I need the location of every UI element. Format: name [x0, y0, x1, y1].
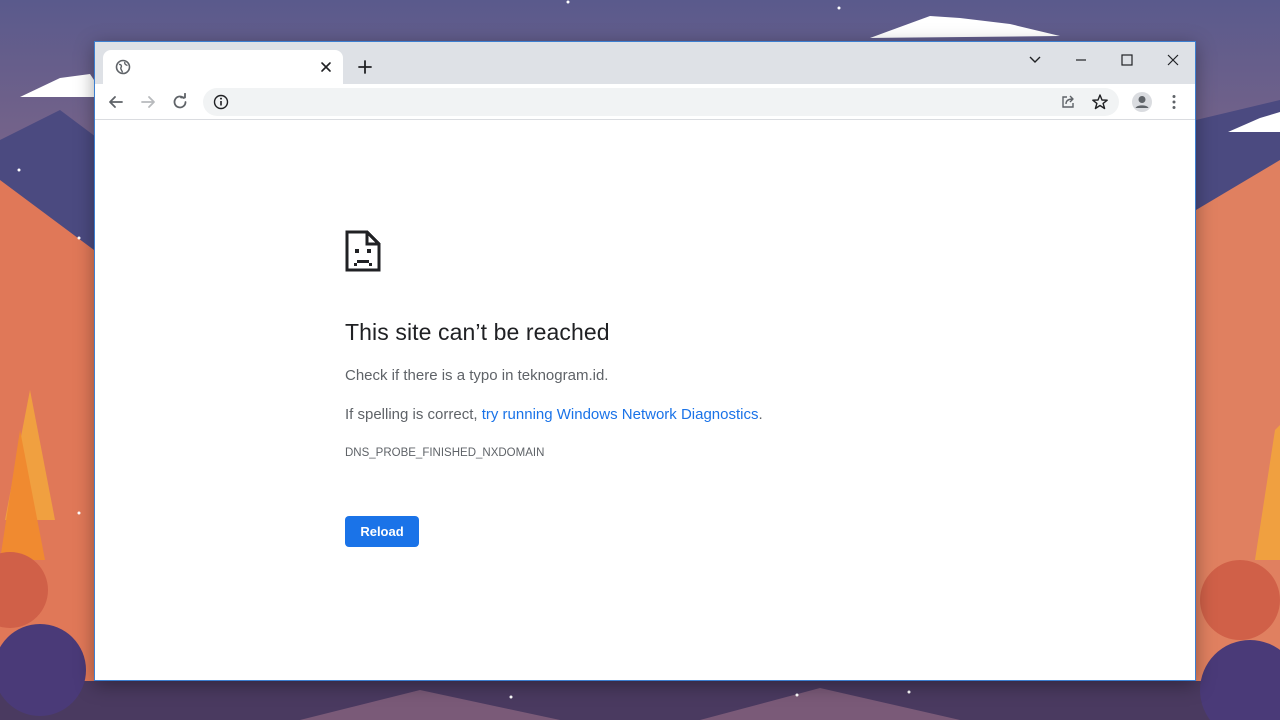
- kebab-menu-icon[interactable]: [1163, 91, 1185, 113]
- network-diagnostics-link[interactable]: try running Windows Network Diagnostics: [482, 406, 759, 423]
- tab-strip: [95, 42, 1195, 84]
- sad-page-icon: [345, 230, 381, 272]
- error-title: This site can’t be reached: [345, 319, 610, 345]
- error-page: This site can’t be reached Check if ther…: [95, 120, 1195, 680]
- avatar-icon[interactable]: [1131, 91, 1153, 113]
- diagnostics-suffix: .: [758, 406, 763, 423]
- globe-icon: [115, 59, 131, 75]
- close-icon[interactable]: [317, 58, 335, 76]
- arrow-left-icon[interactable]: [105, 91, 127, 113]
- error-message-typo: Check if there is a typo in teknogram.id…: [345, 367, 609, 384]
- arrow-right-icon[interactable]: [137, 91, 159, 113]
- star-icon[interactable]: [1091, 93, 1109, 111]
- window-close-icon[interactable]: [1159, 48, 1187, 72]
- error-message-diagnostics: If spelling is correct, try running Wind…: [345, 406, 763, 423]
- address-bar[interactable]: [203, 88, 1119, 116]
- info-icon[interactable]: [212, 93, 230, 111]
- error-code: DNS_PROBE_FINISHED_NXDOMAIN: [345, 447, 545, 459]
- share-icon[interactable]: [1059, 93, 1077, 111]
- address-input[interactable]: [239, 92, 1043, 114]
- minimize-icon[interactable]: [1067, 48, 1095, 72]
- maximize-icon[interactable]: [1113, 48, 1141, 72]
- tab-active[interactable]: [103, 50, 343, 84]
- diagnostics-prefix: If spelling is correct,: [345, 406, 482, 423]
- reload-icon[interactable]: [169, 91, 191, 113]
- reload-button[interactable]: Reload: [345, 516, 419, 547]
- browser-window: This site can’t be reached Check if ther…: [94, 41, 1196, 681]
- toolbar: [95, 84, 1195, 120]
- chevron-down-icon[interactable]: [1021, 48, 1049, 72]
- plus-icon[interactable]: [355, 57, 375, 77]
